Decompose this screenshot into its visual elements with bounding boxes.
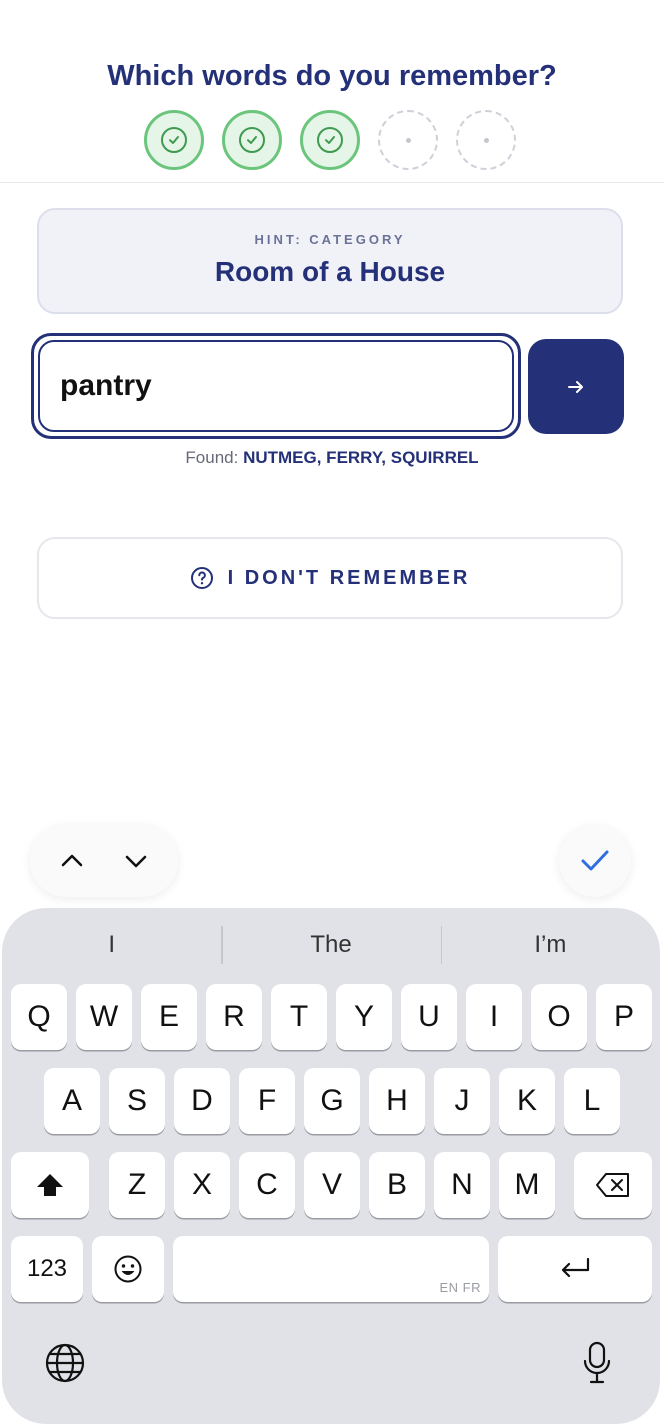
key[interactable]: Y [336,984,392,1050]
field-navigation [30,825,178,897]
check-icon [169,136,179,144]
chevron-up-icon[interactable] [58,847,86,875]
key[interactable]: G [304,1068,360,1134]
space-language-label: EN FR [439,1280,481,1295]
shift-key[interactable] [11,1152,89,1218]
space-key[interactable]: EN FR [173,1236,489,1302]
key[interactable]: F [239,1068,295,1134]
keyboard-done-button[interactable] [559,825,631,897]
arrow-right-icon [568,380,583,393]
emoji-icon [114,1255,142,1283]
found-list: NUTMEG, FERRY, SQUIRREL [243,448,479,467]
key[interactable]: Z [109,1152,165,1218]
key[interactable]: W [76,984,132,1050]
emoji-key[interactable] [92,1236,164,1302]
suggestion-item[interactable]: The [221,920,440,980]
chevron-down-icon[interactable] [122,847,150,875]
progress-dot-found [144,110,204,170]
page-title: Which words do you remember? [107,60,557,92]
globe-button[interactable] [42,1340,88,1386]
key[interactable]: Q [11,984,67,1050]
key[interactable]: S [109,1068,165,1134]
checkmark-icon [581,850,609,871]
key[interactable]: A [44,1068,100,1134]
numbers-key[interactable]: 123 [11,1236,83,1302]
key[interactable]: X [174,1152,230,1218]
key[interactable]: K [499,1068,555,1134]
key[interactable]: U [401,984,457,1050]
key[interactable]: I [466,984,522,1050]
progress-dot-empty [378,110,438,170]
key[interactable]: R [206,984,262,1050]
progress-dot-empty [456,110,516,170]
suggestion-item[interactable]: I [2,920,221,980]
return-icon [561,1257,590,1278]
keyboard: I The I’m Q W E R T Y U I O P A S D F G … [2,908,660,1424]
progress-dot-found [300,110,360,170]
key[interactable]: T [271,984,327,1050]
backspace-key[interactable] [574,1152,652,1218]
dont-remember-label: I DON'T REMEMBER [227,566,471,589]
key[interactable]: J [434,1068,490,1134]
key[interactable]: M [499,1152,555,1218]
globe-icon [45,1343,85,1383]
key[interactable]: P [596,984,652,1050]
check-icon [247,136,257,144]
progress-dot-found [222,110,282,170]
found-words: Found: NUTMEG, FERRY, SQUIRREL [0,448,664,468]
key[interactable]: H [369,1068,425,1134]
return-key[interactable] [498,1236,652,1302]
key[interactable]: L [564,1068,620,1134]
submit-button[interactable] [528,339,624,434]
shift-icon [37,1174,63,1196]
key[interactable]: E [141,984,197,1050]
dont-remember-button[interactable]: I DON'T REMEMBER [37,537,623,619]
progress-indicator [144,110,516,170]
key[interactable]: D [174,1068,230,1134]
question-circle-icon [190,567,213,589]
microphone-button[interactable] [576,1338,618,1388]
hint-value: Room of a House [214,256,446,287]
suggestion-item[interactable]: I’m [440,920,660,980]
key[interactable]: N [434,1152,490,1218]
hint-card: HINT: CATEGORY Room of a House [37,208,623,314]
microphone-icon [583,1341,611,1384]
key[interactable]: C [239,1152,295,1218]
suggestion-bar: I The I’m [2,920,660,980]
header-divider [0,182,664,183]
key[interactable]: O [531,984,587,1050]
found-label: Found: [185,448,239,467]
key[interactable]: V [304,1152,360,1218]
backspace-icon [596,1173,629,1197]
answer-input[interactable] [38,340,514,432]
check-icon [325,136,335,144]
answer-field-frame [31,333,521,439]
hint-label: HINT: CATEGORY [254,232,406,247]
key[interactable]: B [369,1152,425,1218]
